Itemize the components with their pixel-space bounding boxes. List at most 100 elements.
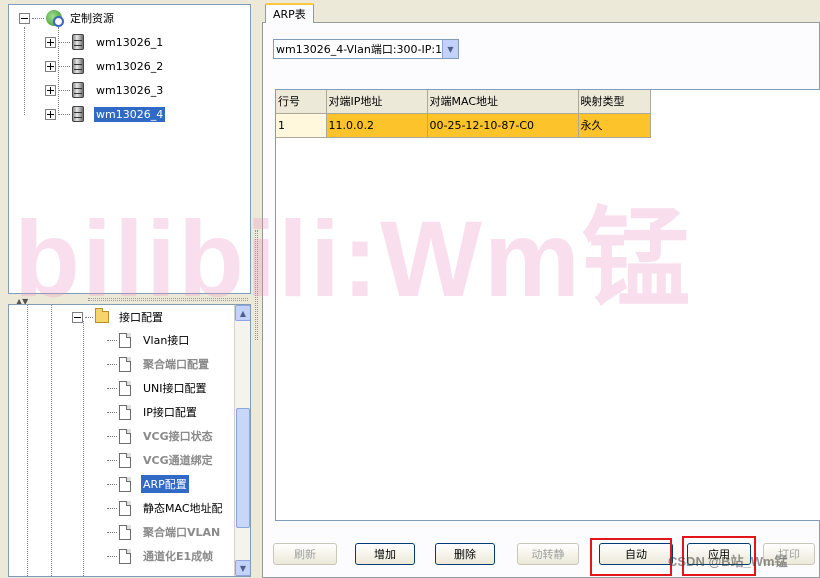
device-icon (72, 58, 84, 74)
config-tree-item[interactable]: 通道化E1成帧 (105, 546, 215, 566)
print-button[interactable]: 打印 (763, 543, 815, 565)
dyn-to-static-button[interactable]: 动转静 (517, 543, 579, 565)
tree-node-wm13026-1[interactable]: wm13026_1 (45, 32, 165, 52)
page-icon (119, 428, 131, 444)
tree-connector (107, 555, 117, 557)
cell-row-no: 1 (276, 113, 327, 138)
col-header-row-no[interactable]: 行号 (276, 90, 327, 114)
port-select[interactable]: wm13026_4-Vlan端口:300-IP:1 ▼ (273, 39, 459, 59)
tree-connector (58, 113, 70, 115)
horizontal-splitter[interactable]: ▲▼ (8, 296, 251, 306)
page-icon (119, 524, 131, 540)
tree-connector (85, 316, 93, 318)
tree-connector (107, 507, 117, 509)
chevron-down-icon[interactable]: ▼ (442, 40, 458, 58)
delete-button[interactable]: 删除 (435, 543, 495, 565)
col-header-peer-mac[interactable]: 对端MAC地址 (427, 90, 579, 114)
col-header-map-type[interactable]: 映射类型 (578, 90, 651, 114)
config-tree-item[interactable]: Vlan接口 (105, 330, 191, 350)
tree-connector (107, 531, 117, 533)
splitter-grip[interactable] (255, 230, 258, 340)
config-item-label: 通道化E1成帧 (143, 550, 214, 563)
tree-node-label: wm13026_3 (96, 83, 164, 97)
config-item-label: 聚合端口配置 (143, 358, 209, 371)
annotation-box-auto (590, 538, 672, 576)
tree-connector (58, 65, 70, 67)
col-header-peer-ip[interactable]: 对端IP地址 (326, 90, 428, 114)
tab-arp-table[interactable]: ARP表 (265, 3, 314, 23)
page-icon (119, 332, 131, 348)
folder-label: 接口配置 (119, 311, 163, 324)
port-select-value: wm13026_4-Vlan端口:300-IP:1 (276, 43, 442, 56)
page-icon (119, 548, 131, 564)
config-item-label: ARP配置 (141, 475, 189, 493)
page-icon (119, 452, 131, 468)
tree-connector (107, 363, 117, 365)
device-icon (72, 34, 84, 50)
tree-connector (58, 89, 70, 91)
tree-node-wm13026-4[interactable]: wm13026_4 (45, 104, 166, 124)
tree-connector (51, 305, 52, 576)
arp-table-area: 行号 对端IP地址 对端MAC地址 映射类型 1 11.0.0.2 00-25-… (275, 89, 820, 521)
scroll-down-icon[interactable]: ▼ (235, 560, 250, 576)
device-icon (72, 82, 84, 98)
config-item-label: Vlan接口 (143, 334, 190, 347)
config-item-label: 聚合端口VLAN (143, 526, 221, 539)
table-header-row: 行号 对端IP地址 对端MAC地址 映射类型 (276, 90, 651, 114)
tree-connector (107, 435, 117, 437)
tree-connector (107, 483, 117, 485)
splitter-grip[interactable] (88, 298, 248, 301)
config-tree-scrollbar[interactable]: ▲ ▼ (234, 305, 250, 576)
collapse-icon[interactable] (72, 311, 83, 323)
scroll-thumb[interactable] (236, 408, 250, 528)
folder-icon (95, 308, 109, 323)
config-tree-panel: 接口配置 Vlan接口聚合端口配置 UNI接口配置 IP接口配置 VCG接口状态 VCG… (8, 304, 251, 577)
config-tree-item[interactable]: 静态MAC地址配 (105, 498, 225, 518)
tree-node-wm13026-3[interactable]: wm13026_3 (45, 80, 165, 100)
tree-connector (107, 339, 117, 341)
tree-connector (83, 321, 84, 576)
resource-tree-panel: 定制资源 wm13026_1 wm13026_2 wm13026_3 wm130… (8, 4, 251, 294)
refresh-button[interactable]: 刷新 (273, 543, 337, 565)
tree-node-wm13026-2[interactable]: wm13026_2 (45, 56, 165, 76)
config-tree-item[interactable]: 聚合端口VLAN (105, 522, 222, 542)
config-item-label: VCG通道绑定 (143, 454, 213, 467)
tree-connector (58, 41, 70, 43)
tree-root-row[interactable]: 定制资源 (19, 8, 116, 28)
add-button[interactable]: 增加 (355, 543, 415, 565)
page-icon (119, 404, 131, 420)
cell-peer-mac: 00-25-12-10-87-C0 (427, 113, 579, 138)
tree-node-label: wm13026_2 (96, 59, 164, 73)
tree-connector (24, 27, 25, 115)
config-tree-item[interactable]: 聚合端口配置 (105, 354, 211, 374)
arp-panel: wm13026_4-Vlan端口:300-IP:1 ▼ 行号 对端IP地址 对端… (262, 22, 820, 578)
globe-search-icon (46, 10, 64, 27)
config-tree-item[interactable]: ARP配置 (105, 474, 189, 494)
tree-connector (32, 17, 44, 19)
cell-map-type: 永久 (578, 113, 651, 138)
tree-folder-interface-config[interactable]: 接口配置 (72, 307, 165, 327)
scroll-up-icon[interactable]: ▲ (235, 305, 250, 321)
config-tree-item[interactable]: VCG通道绑定 (105, 450, 215, 470)
config-item-label: VCG接口状态 (143, 430, 213, 443)
tree-node-label-selected: wm13026_4 (94, 106, 166, 122)
collapse-icon[interactable] (19, 12, 30, 24)
page-icon (119, 476, 131, 492)
config-tree-item[interactable]: IP接口配置 (105, 402, 199, 422)
expand-icon[interactable] (45, 84, 56, 96)
config-tree-item[interactable]: VCG接口状态 (105, 426, 215, 446)
tree-connector (107, 411, 117, 413)
tree-connector (107, 459, 117, 461)
expand-icon[interactable] (45, 36, 56, 48)
expand-icon[interactable] (45, 108, 56, 120)
tree-root-label: 定制资源 (70, 12, 114, 25)
config-tree-item[interactable]: UNI接口配置 (105, 378, 209, 398)
device-icon (72, 106, 84, 122)
arp-table: 行号 对端IP地址 对端MAC地址 映射类型 1 11.0.0.2 00-25-… (276, 90, 651, 138)
table-row[interactable]: 1 11.0.0.2 00-25-12-10-87-C0 永久 (276, 113, 651, 138)
vertical-splitter[interactable] (252, 0, 261, 578)
config-item-label: UNI接口配置 (143, 382, 207, 395)
expand-icon[interactable] (45, 60, 56, 72)
page-icon (119, 356, 131, 372)
annotation-box-apply (682, 536, 756, 576)
